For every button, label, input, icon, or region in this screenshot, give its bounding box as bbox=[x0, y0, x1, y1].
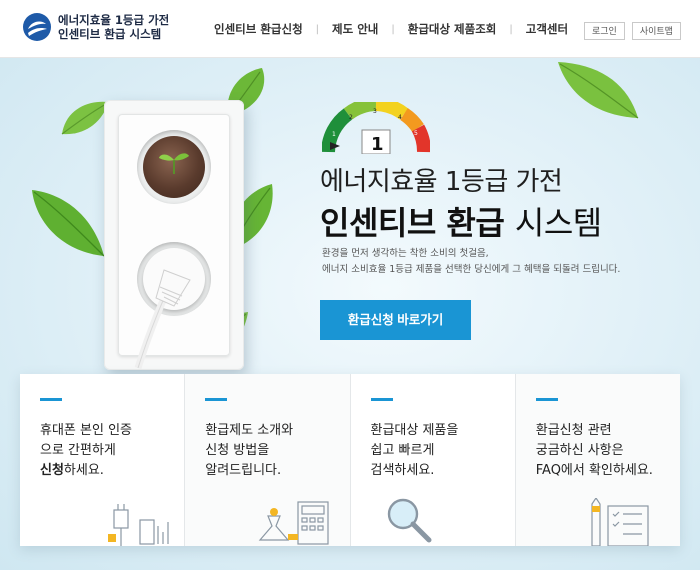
hero-title-bold: 인센티브 환급 bbox=[320, 204, 505, 242]
card-line2: 쉽고 빠르게 bbox=[370, 443, 435, 458]
gauge-grade-label: 1 bbox=[371, 134, 384, 154]
power-outlet-image bbox=[104, 100, 244, 370]
card-line2: 신청 방법을 bbox=[205, 443, 270, 458]
card-line1: 휴대폰 본인 인증 bbox=[40, 423, 132, 438]
hero-description: 환경을 먼저 생각하는 착한 소비의 첫걸음, 에너지 소비효율 1등급 제품을… bbox=[322, 246, 620, 278]
card-faq[interactable]: 환급신청 관련 궁금하신 사항은 FAQ에서 확인하세요. bbox=[515, 374, 680, 546]
energy-grade-gauge: 1 2 3 4 5 1 bbox=[322, 102, 430, 154]
gauge-tick-2: 2 bbox=[349, 114, 353, 121]
leaf-icon bbox=[32, 190, 105, 257]
card-line3: FAQ에서 확인하세요. bbox=[535, 463, 653, 478]
main-nav: 인센티브 환급신청 | 제도 안내 | 환급대상 제품조회 | 고객센터 bbox=[214, 21, 568, 37]
card-line3-bold: 신청 bbox=[40, 463, 64, 478]
nav-item-product-search[interactable]: 환급대상 제품조회 bbox=[408, 21, 497, 37]
card-accent-bar bbox=[205, 398, 228, 401]
plug-icon bbox=[134, 269, 191, 370]
gauge-tick-3: 3 bbox=[373, 108, 377, 115]
site-logo[interactable]: 에너지효율 1등급 가전 인센티브 환급 시스템 bbox=[22, 12, 169, 42]
hero-title-light: 시스템 bbox=[514, 204, 602, 242]
card-line1: 환급대상 제품을 bbox=[370, 423, 459, 438]
checklist-pencil-icon bbox=[591, 498, 649, 546]
calculator-money-icon bbox=[258, 501, 329, 545]
card-line3: 하세요. bbox=[63, 463, 104, 478]
leaf-icon bbox=[61, 101, 108, 135]
leaf-icon bbox=[558, 62, 639, 119]
sprout-icon bbox=[159, 153, 189, 174]
card-line1: 환급신청 관련 bbox=[535, 423, 612, 438]
nav-item-customer-center[interactable]: 고객센터 bbox=[526, 21, 568, 37]
card-product-search[interactable]: 환급대상 제품을 쉽고 빠르게 검색하세요. bbox=[350, 374, 516, 546]
sitemap-button[interactable]: 사이트맵 bbox=[631, 22, 681, 40]
hero-desc-line1: 환경을 먼저 생각하는 착한 소비의 첫걸음, bbox=[322, 248, 489, 259]
card-line1: 환급제도 소개와 bbox=[205, 423, 294, 438]
gauge-tick-1: 1 bbox=[332, 131, 336, 138]
hero-title-line2: 인센티브 환급 시스템 bbox=[320, 198, 602, 244]
card-line3: 알려드립니다. bbox=[205, 463, 282, 478]
logo-line2: 인센티브 환급 시스템 bbox=[58, 27, 162, 41]
login-button[interactable]: 로그인 bbox=[584, 22, 625, 40]
quick-link-cards: 휴대폰 본인 인증 으로 간편하게 신청하세요. 환급제도 소개와 신청 방법을… bbox=[20, 374, 680, 546]
card-line3: 검색하세요. bbox=[370, 463, 435, 478]
card-accent-bar bbox=[535, 398, 558, 401]
card-accent-bar bbox=[40, 398, 62, 401]
nav-divider: | bbox=[391, 23, 395, 35]
site-header: 에너지효율 1등급 가전 인센티브 환급 시스템 인센티브 환급신청 | 제도 … bbox=[0, 0, 700, 58]
logo-icon bbox=[23, 13, 51, 41]
magnifier-icon bbox=[387, 498, 432, 543]
card-accent-bar bbox=[370, 398, 393, 401]
nav-divider: | bbox=[509, 23, 513, 35]
phone-charger-icon bbox=[108, 504, 169, 546]
hero-title-line1: 에너지효율 1등급 가전 bbox=[320, 167, 563, 197]
card-line2: 으로 간편하게 bbox=[40, 443, 116, 458]
gauge-tick-4: 4 bbox=[398, 114, 402, 121]
nav-item-system-guide[interactable]: 제도 안내 bbox=[332, 21, 378, 37]
logo-line1: 에너지효율 1등급 가전 bbox=[58, 13, 170, 27]
socket-with-sprout bbox=[137, 130, 211, 204]
apply-now-button[interactable]: 환급신청 바로가기 bbox=[320, 300, 471, 340]
card-system-guide[interactable]: 환급제도 소개와 신청 방법을 알려드립니다. bbox=[185, 374, 351, 546]
card-phone-auth[interactable]: 휴대폰 본인 인증 으로 간편하게 신청하세요. bbox=[20, 374, 186, 546]
gauge-tick-5: 5 bbox=[414, 130, 418, 137]
nav-item-incentive-apply[interactable]: 인센티브 환급신청 bbox=[214, 21, 303, 37]
hero-desc-line2: 에너지 소비효율 1등급 제품을 선택한 당신에게 그 혜택을 되돌려 드립니다… bbox=[322, 264, 621, 275]
nav-divider: | bbox=[315, 23, 320, 35]
card-line2: 궁금하신 사항은 bbox=[535, 443, 624, 458]
